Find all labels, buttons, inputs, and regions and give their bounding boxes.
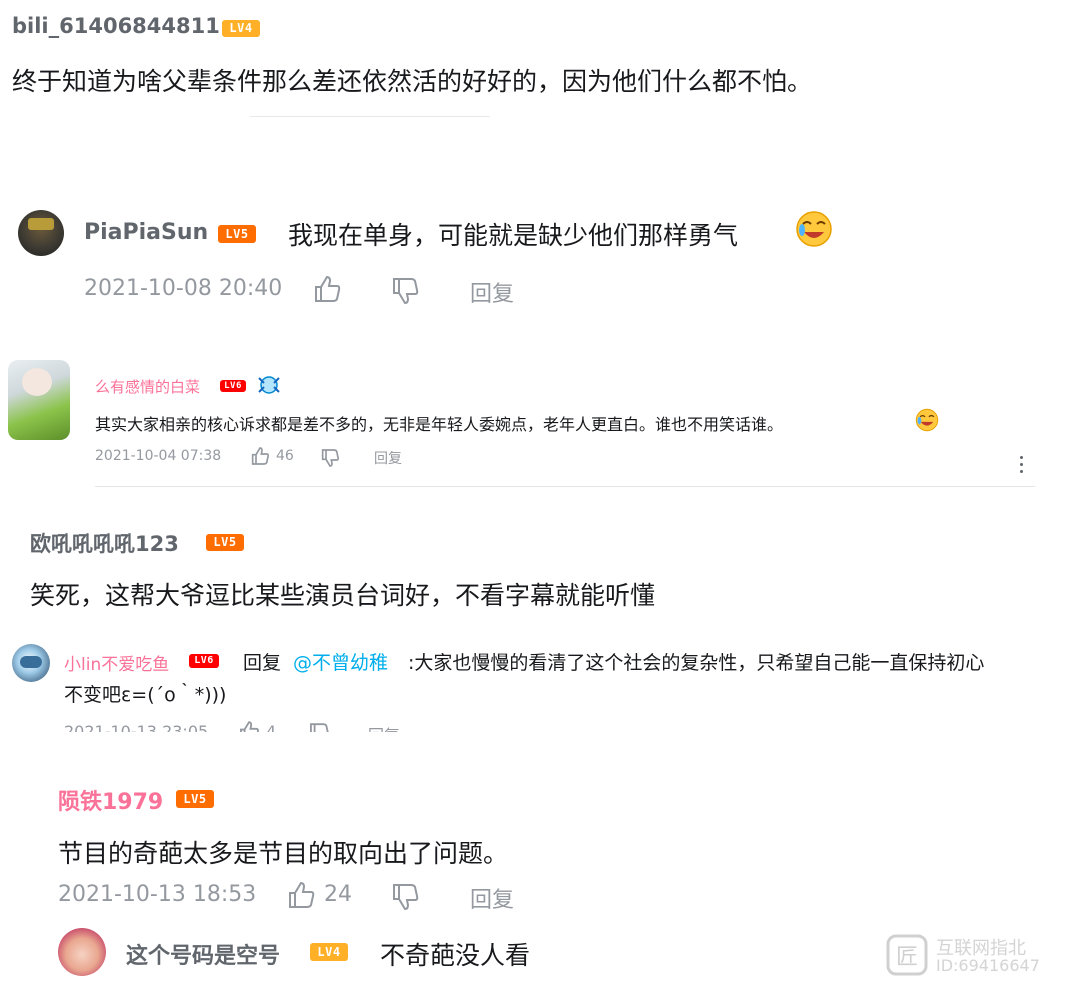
comment-text: 笑死，这帮大爷逗比某些演员台词好，不看字幕就能听懂 (30, 581, 656, 610)
thumbs-up-icon[interactable] (286, 880, 316, 910)
level-badge: LV5 (218, 225, 256, 243)
username[interactable]: bili_61406844811 (12, 14, 220, 38)
timestamp: 2021-10-08 20:40 (84, 276, 283, 301)
more-options-icon[interactable] (1020, 456, 1024, 473)
reply-button[interactable]: 回复 (374, 448, 402, 468)
laugh-cry-emoji-icon (795, 210, 833, 248)
reply-prefix: 回复 (243, 652, 282, 674)
watermark-logo-icon: 匠 (886, 934, 928, 976)
comment-text: 终于知道为啥父辈条件那么差还依然活的好好的，因为他们什么都不怕。 (12, 67, 813, 96)
reply-button[interactable]: 回复 (470, 882, 514, 914)
avatar[interactable] (12, 644, 50, 682)
crop-edge (250, 116, 490, 117)
watermark-id: ID:69416647 (936, 956, 1040, 975)
level-badge: LV4 (222, 20, 260, 37)
like-count: 24 (324, 882, 352, 907)
comment-text: 我现在单身，可能就是缺少他们那样勇气 (288, 221, 739, 250)
level-badge: LV6 (220, 380, 246, 392)
reply-button[interactable]: 回复 (470, 276, 514, 308)
avatar[interactable] (18, 210, 64, 256)
timestamp: 2021-10-13 18:53 (58, 882, 257, 907)
like-count: 46 (276, 448, 294, 464)
timestamp: 2021-10-04 07:38 (95, 448, 222, 464)
level-badge: LV5 (176, 790, 214, 808)
thumbs-up-icon[interactable] (312, 274, 342, 304)
avatar[interactable] (8, 360, 70, 440)
thumbs-down-icon[interactable] (390, 882, 420, 912)
fan-medal-icon (256, 374, 282, 396)
laugh-cry-emoji-icon (915, 408, 939, 432)
comment-text: 节目的奇葩太多是节目的取向出了问题。 (58, 839, 509, 868)
level-badge: LV6 (189, 654, 219, 668)
svg-text:匠: 匠 (896, 945, 918, 970)
username[interactable]: 欧吼吼吼吼123 (30, 528, 179, 558)
crop-mask (0, 732, 1067, 772)
avatar[interactable] (58, 928, 106, 976)
username[interactable]: 这个号码是空号 (126, 938, 280, 970)
comment-text-line-1: :大家也慢慢的看清了这个社会的复杂性，只希望自己能一直保持初心 (408, 652, 985, 674)
thumbs-down-icon[interactable] (390, 276, 420, 306)
username[interactable]: 陨铁1979 (58, 784, 163, 816)
username[interactable]: 小lin不爱吃鱼 (64, 650, 169, 675)
username[interactable]: PiaPiaSun (84, 220, 208, 245)
username[interactable]: 么有感情的白菜 (95, 376, 200, 397)
comment-text-line-2: 不变吧ε=(´ο｀*))) (64, 684, 227, 706)
comment-text: 不奇葩没人看 (380, 941, 531, 970)
thumbs-down-icon[interactable] (320, 448, 340, 468)
mention-link[interactable]: @不曾幼稚 (293, 648, 388, 675)
comment-text: 其实大家相亲的核心诉求都是差不多的，无非是年轻人委婉点，老年人更直白。谁也不用笑… (95, 415, 784, 434)
thumbs-up-icon[interactable] (250, 446, 270, 466)
divider (95, 486, 1035, 487)
level-badge: LV4 (310, 943, 348, 961)
level-badge: LV5 (206, 534, 244, 551)
